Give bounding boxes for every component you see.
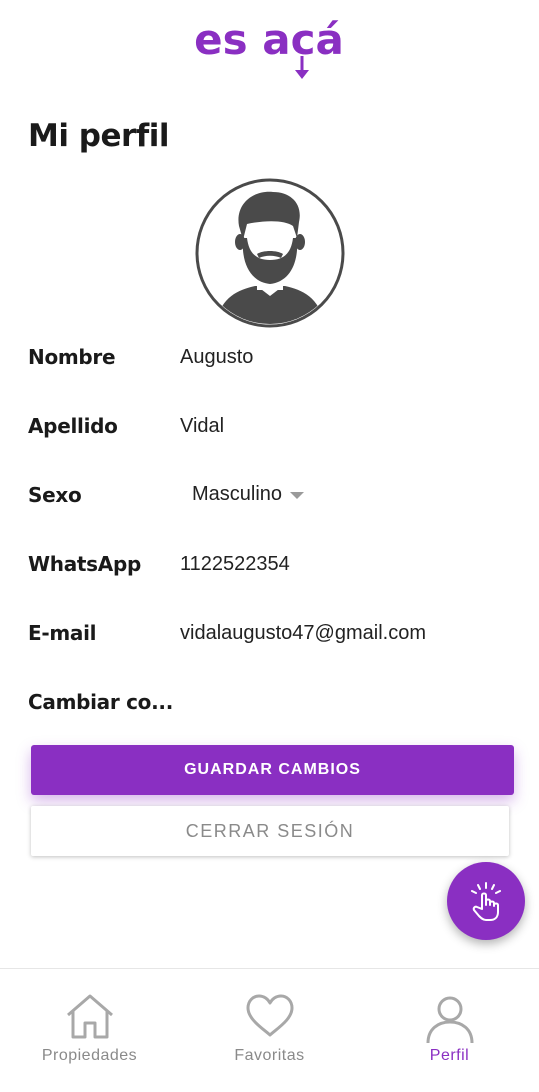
nombre-field[interactable]: Augusto	[180, 346, 253, 369]
nav-label-perfil: Perfil	[429, 1047, 470, 1064]
whatsapp-field[interactable]: 1122522354	[180, 553, 290, 576]
apellido-field[interactable]: Vidal	[180, 415, 224, 438]
logo-text: es acá	[194, 15, 344, 64]
heart-icon	[246, 994, 293, 1037]
sexo-label: Sexo	[28, 483, 82, 507]
tap-hand-button[interactable]	[447, 862, 525, 940]
sexo-select-value: Masculino	[192, 483, 283, 505]
whatsapp-label: WhatsApp	[28, 552, 141, 576]
apellido-label: Apellido	[28, 414, 118, 438]
nav-favoritas[interactable]: Favoritas	[180, 969, 359, 1092]
house-icon	[66, 994, 113, 1039]
nombre-label: Nombre	[28, 345, 116, 369]
save-button[interactable]: GUARDAR CAMBIOS	[31, 745, 514, 795]
user-icon	[426, 996, 473, 1044]
bottom-nav: Propiedades Favoritas Perfil	[0, 968, 539, 1092]
tap-hand-icon	[471, 882, 501, 921]
nav-label-favoritas: Favoritas	[234, 1047, 305, 1064]
chevron-down-icon	[290, 492, 305, 499]
logo-arrow-head	[295, 70, 309, 79]
nav-label-propiedades: Propiedades	[41, 1047, 138, 1064]
sexo-select[interactable]: Masculino	[192, 483, 305, 506]
email-field[interactable]: vidalaugusto47@gmail.com	[180, 622, 426, 645]
app-logo: es acá	[194, 15, 344, 79]
logout-button[interactable]: CERRAR SESIÓN	[31, 806, 509, 856]
avatar[interactable]	[195, 178, 345, 328]
page-title: Mi perfil	[28, 118, 170, 154]
change-password-link[interactable]: Cambiar co...	[28, 690, 173, 714]
nav-propiedades[interactable]: Propiedades	[0, 969, 179, 1092]
email-label: E-mail	[28, 621, 97, 645]
nav-perfil[interactable]: Perfil	[360, 969, 539, 1092]
